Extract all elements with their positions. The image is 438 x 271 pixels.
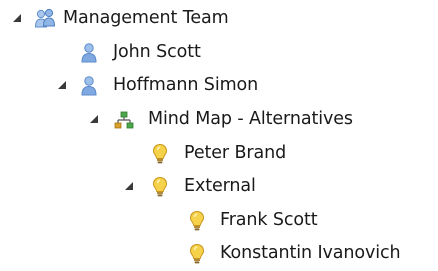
tree-node-management-team[interactable]: Management Team <box>0 3 438 33</box>
tree-node-label: Peter Brand <box>184 143 287 163</box>
lightbulb-icon <box>186 210 208 232</box>
tree-node-mind-map-alternatives[interactable]: Mind Map - Alternatives <box>0 104 438 134</box>
tree-node-external[interactable]: External <box>0 171 438 201</box>
tree-node-peter-brand[interactable]: Peter Brand <box>0 138 438 168</box>
tree-node-label: John Scott <box>113 42 201 62</box>
team-icon <box>34 8 56 30</box>
collapse-arrow-icon[interactable] <box>125 182 133 190</box>
tree-node-label: Management Team <box>63 8 229 28</box>
collapse-arrow-icon[interactable] <box>90 115 98 123</box>
tree-node-label: Hoffmann Simon <box>113 75 259 95</box>
tree-node-konstantin-ivanovich[interactable]: Konstantin Ivanovich <box>0 238 438 268</box>
tree-node-label: Mind Map - Alternatives <box>148 109 353 129</box>
tree-node-label: Konstantin Ivanovich <box>220 243 401 263</box>
tree-node-label: External <box>184 176 256 196</box>
person-icon <box>78 42 100 64</box>
lightbulb-icon <box>149 143 171 165</box>
collapse-arrow-icon[interactable] <box>58 81 66 89</box>
mind-map-icon <box>113 109 135 131</box>
tree-node-label: Frank Scott <box>220 210 318 230</box>
collapse-arrow-icon[interactable] <box>13 14 21 22</box>
tree-view: Management Team John Scott Hoffmann Simo… <box>0 0 438 271</box>
tree-node-frank-scott[interactable]: Frank Scott <box>0 205 438 235</box>
lightbulb-icon <box>149 176 171 198</box>
tree-node-hoffmann-simon[interactable]: Hoffmann Simon <box>0 70 438 100</box>
lightbulb-icon <box>186 243 208 265</box>
person-icon <box>78 75 100 97</box>
tree-node-john-scott[interactable]: John Scott <box>0 37 438 67</box>
